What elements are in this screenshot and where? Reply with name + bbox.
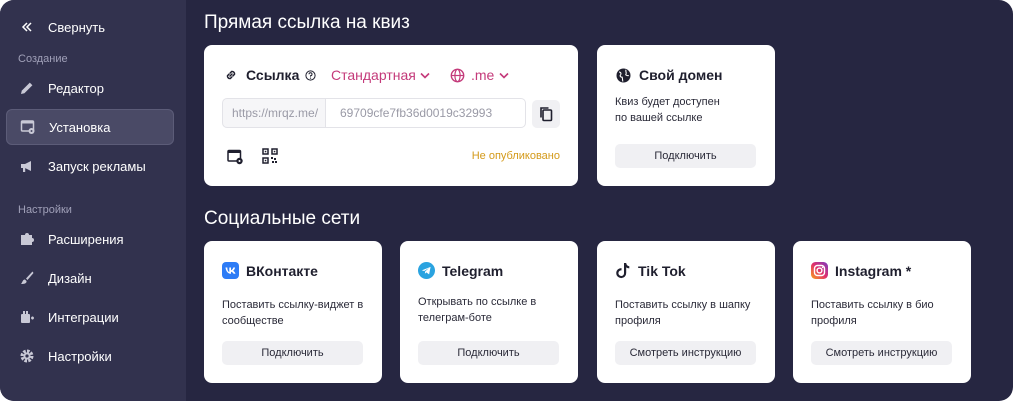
social-card-text-line2: сообществе xyxy=(222,315,284,327)
domain-value: .me xyxy=(471,67,495,83)
custom-domain-header: Свой домен xyxy=(616,67,722,83)
tiktok-instruction-button[interactable]: Смотреть инструкцию xyxy=(615,341,756,365)
social-card-text-line1: Поставить ссылку в шапку xyxy=(615,299,751,311)
custom-domain-title: Свой домен xyxy=(639,67,723,83)
sidebar-item-design[interactable]: Дизайн xyxy=(6,260,174,296)
social-card-header: ВКонтакте xyxy=(222,262,318,279)
sidebar-item-editor[interactable]: Редактор xyxy=(6,70,174,106)
sidebar-item-label: Интеграции xyxy=(48,309,119,325)
social-card-title: Instagram * xyxy=(835,262,912,279)
social-card-text: Открывать по ссылке в телеграм-боте xyxy=(418,294,536,326)
custom-domain-text: Квиз будет доступен по вашей ссылке xyxy=(615,94,720,126)
social-card-title: ВКонтакте xyxy=(246,262,318,279)
sidebar-item-label: Дизайн xyxy=(48,270,92,286)
url-prefix-text: https://mrqz.me/ xyxy=(232,106,319,120)
instagram-instruction-button[interactable]: Смотреть инструкцию xyxy=(811,341,952,365)
brush-icon xyxy=(19,270,35,286)
browser-settings-icon xyxy=(226,149,244,165)
quiz-id-text: 69709cfe7fb36d0019c32993 xyxy=(340,106,493,120)
embed-settings-button[interactable] xyxy=(221,143,249,171)
social-card-text: Поставить ссылку-виджет в сообществе xyxy=(222,297,363,329)
globe-icon xyxy=(616,68,631,83)
gear-icon xyxy=(19,348,35,364)
link-card-header: Ссылка xyxy=(224,67,316,83)
collapse-button[interactable]: Свернуть xyxy=(6,9,174,45)
telegram-icon xyxy=(418,262,435,279)
section-title-direct-link: Прямая ссылка на квиз xyxy=(204,12,410,33)
section-label-create: Создание xyxy=(18,53,68,65)
globe-icon xyxy=(450,68,465,83)
social-card-header: Instagram * xyxy=(811,262,911,279)
social-card-text: Поставить ссылку в био профиля xyxy=(811,297,934,329)
social-card-text: Поставить ссылку в шапку профиля xyxy=(615,297,750,329)
sidebar-item-label: Расширения xyxy=(48,231,124,247)
vk-connect-button[interactable]: Подключить xyxy=(222,341,363,365)
link-type-dropdown[interactable]: Стандартная xyxy=(331,67,430,83)
sidebar-item-label: Запуск рекламы xyxy=(48,158,146,174)
social-card-header: Telegram xyxy=(418,262,503,279)
social-card-telegram: Telegram Открывать по ссылке в телеграм-… xyxy=(400,241,578,383)
social-card-tiktok: Tik Tok Поставить ссылку в шапку профиля… xyxy=(597,241,775,383)
sidebar-item-install[interactable]: Установка xyxy=(6,109,174,145)
copy-icon xyxy=(539,106,553,122)
collapse-label: Свернуть xyxy=(48,19,106,35)
sidebar-item-settings[interactable]: Настройки xyxy=(6,338,174,374)
puzzle-icon xyxy=(19,231,35,247)
sidebar-item-ads[interactable]: Запуск рекламы xyxy=(6,148,174,184)
integration-icon xyxy=(19,309,35,325)
section-label-settings: Настройки xyxy=(18,204,72,216)
section-title-social: Социальные сети xyxy=(204,208,361,229)
sidebar-item-label: Установка xyxy=(49,119,111,135)
sidebar-item-label: Настройки xyxy=(48,348,112,364)
app-frame: Свернуть Создание Редактор Установка Зап… xyxy=(0,0,1013,401)
qr-code-icon xyxy=(262,148,278,164)
social-card-vk: ВКонтакте Поставить ссылку-виджет в сооб… xyxy=(204,241,382,383)
social-card-text-line2: профиля xyxy=(615,315,661,327)
social-card-instagram: Instagram * Поставить ссылку в био профи… xyxy=(793,241,971,383)
custom-domain-text-line2: по вашей ссылке xyxy=(615,112,703,124)
instagram-icon xyxy=(811,262,828,279)
sidebar-item-label: Редактор xyxy=(48,80,104,96)
help-icon[interactable] xyxy=(305,69,316,81)
publish-status: Не опубликовано xyxy=(471,150,560,162)
social-card-title: Tik Tok xyxy=(638,262,686,279)
domain-dropdown[interactable]: .me xyxy=(450,67,509,83)
copy-button[interactable] xyxy=(532,100,560,128)
social-card-text-line1: Поставить ссылку-виджет в xyxy=(222,299,364,311)
url-prefix-field: https://mrqz.me/ xyxy=(222,98,326,128)
tiktok-icon xyxy=(615,262,631,279)
browser-settings-icon xyxy=(20,119,36,135)
sidebar-item-integrations[interactable]: Интеграции xyxy=(6,299,174,335)
double-chevron-left-icon xyxy=(19,19,35,35)
link-icon xyxy=(224,68,238,82)
social-card-text-line1: Поставить ссылку в био xyxy=(811,299,934,311)
link-card: Ссылка Стандартная .me https://mrqz.me/ … xyxy=(204,45,578,186)
custom-domain-card: Свой домен Квиз будет доступен по вашей … xyxy=(597,45,775,186)
sidebar: Свернуть Создание Редактор Установка Зап… xyxy=(0,0,186,401)
qr-code-button[interactable] xyxy=(256,142,284,170)
social-card-header: Tik Tok xyxy=(615,262,686,279)
link-type-value: Стандартная xyxy=(331,67,416,83)
social-card-text-line1: Открывать по ссылке в xyxy=(418,296,537,308)
social-card-title: Telegram xyxy=(442,262,504,279)
quiz-id-input[interactable]: 69709cfe7fb36d0019c32993 xyxy=(325,98,526,128)
sidebar-item-extensions[interactable]: Расширения xyxy=(6,221,174,257)
vk-icon xyxy=(222,262,239,279)
chevron-down-icon xyxy=(420,72,430,79)
custom-domain-text-line1: Квиз будет доступен xyxy=(615,96,720,108)
connect-domain-button[interactable]: Подключить xyxy=(615,144,756,168)
link-card-title: Ссылка xyxy=(246,67,300,83)
megaphone-icon xyxy=(19,158,35,174)
social-card-text-line2: телеграм-боте xyxy=(418,312,492,324)
telegram-connect-button[interactable]: Подключить xyxy=(418,341,559,365)
chevron-down-icon xyxy=(499,72,509,79)
social-card-text-line2: профиля xyxy=(811,315,857,327)
pencil-icon xyxy=(19,80,35,96)
